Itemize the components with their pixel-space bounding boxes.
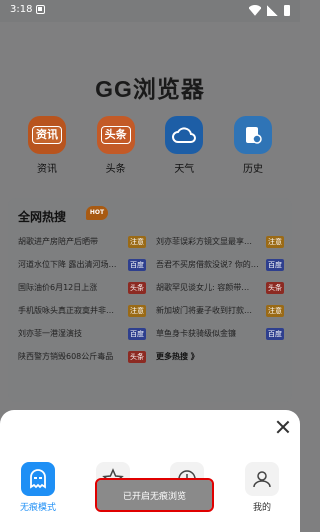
system-icons [249, 5, 290, 16]
option-label: 我的 [252, 503, 271, 513]
hot-search-item[interactable]: 国际油价6月12日上涨 头条 [18, 276, 146, 299]
app-title: GG浏览器 [95, 76, 205, 102]
source-tag: 注意 [128, 304, 146, 317]
hot-search-item[interactable]: 刘亦菲一港湿演技 百度 [18, 322, 146, 345]
hot-search-text: 河道水位下降 露出清河场… [18, 260, 117, 269]
option-profile[interactable]: 我的 [232, 462, 292, 513]
hot-search-item[interactable]: 手机版咏头真正寂寞并非… 注意 [18, 299, 146, 322]
signal-icon [267, 5, 278, 16]
battery-icon [284, 5, 290, 16]
source-tag: 头条 [266, 281, 284, 294]
hot-search-item[interactable]: 河道水位下降 露出清河场… 百度 [18, 253, 146, 276]
status-time: 3:18 [10, 4, 33, 15]
toast-message: 已开启无痕浏览 [95, 478, 214, 512]
hot-search-text: 刘亦菲误彩方镜文显最享… [156, 237, 252, 246]
hot-search-item[interactable]: 胡歌罕见谈女儿: 容颜带… 头条 [156, 276, 284, 299]
shortcut-history[interactable]: 历史 [224, 116, 282, 175]
user-icon [244, 462, 279, 496]
hot-search-text: 更多热搜 》 [156, 352, 199, 361]
headlines-icon: 头条 [96, 116, 135, 154]
hot-search-text: 新加坡门将妻子收到打款… [156, 306, 252, 315]
close-icon[interactable] [276, 420, 290, 434]
hot-search-item[interactable]: 刘亦菲误彩方镜文显最享… 注意 [156, 230, 284, 253]
source-tag: 注意 [266, 304, 284, 317]
source-tag: 头条 [128, 350, 146, 363]
news-icon: 资讯 [28, 116, 66, 154]
shortcut-news[interactable]: 资讯 资讯 [18, 116, 76, 175]
hot-search-text: 陕西警方销毁608公斤毒品 [18, 352, 114, 361]
more-hot-search-link[interactable]: 更多热搜 》 [156, 345, 284, 368]
bottom-menu-sheet: 无痕模式 收藏 历史 我的 [0, 410, 300, 532]
shortcut-headlines[interactable]: 头条 头条 [87, 116, 145, 175]
hot-search-item[interactable]: 胡歌进产房陪产后晒带 注意 [18, 230, 146, 253]
hot-search-item[interactable]: 吾君不买房借款没说? 你的… 百度 [156, 253, 284, 276]
source-tag: 注意 [266, 235, 284, 248]
source-tag: 百度 [266, 258, 284, 271]
shortcut-label: 天气 [174, 164, 195, 175]
hot-search-text: 胡歌进产房陪产后晒带 [18, 237, 98, 246]
hot-search-item[interactable]: 陕西警方销毁608公斤毒品 头条 [18, 345, 146, 368]
shortcut-label: 资讯 [37, 164, 57, 175]
hot-search-item[interactable]: 新加坡门将妻子收到打款… 注意 [156, 299, 284, 322]
source-tag: 百度 [128, 258, 146, 271]
shortcut-label: 头条 [105, 164, 126, 175]
shortcut-weather[interactable]: 天气 [155, 116, 213, 175]
hot-search-text: 吾君不买房借款没说? 你的… [156, 260, 259, 269]
option-label: 无痕模式 [19, 503, 56, 513]
browser-home-dimmed: GG浏览器 资讯 资讯 头条 头条 天气 历史 全网热搜 HOT 胡歌进产房陪产… [0, 22, 300, 410]
hot-search-text: 手机版咏头真正寂寞并非… [18, 306, 114, 315]
source-tag: 头条 [128, 281, 146, 294]
hot-search-text: 胡歌罕见谈女儿: 容颜带… [156, 283, 250, 292]
status-bar: 3:18 [0, 0, 300, 22]
hot-search-text: 刘亦菲一港湿演技 [18, 329, 82, 338]
hot-search-text: 草鱼身卡获骑级似金镰 [156, 329, 236, 338]
hot-search-title: 全网热搜 [18, 210, 67, 224]
hot-search-text: 国际油价6月12日上涨 [18, 283, 98, 292]
shortcut-row: 资讯 资讯 头条 头条 天气 历史 [18, 116, 282, 175]
wifi-icon [249, 5, 261, 16]
shortcut-label: 历史 [242, 164, 263, 175]
hot-search-item[interactable]: 草鱼身卡获骑级似金镰 百度 [156, 322, 284, 345]
source-tag: 百度 [128, 327, 146, 340]
hot-search-card: 全网热搜 HOT 胡歌进产房陪产后晒带 注意 刘亦菲误彩方镜文显最享… 注意 河道水位下… [8, 198, 292, 402]
notification-icon [36, 5, 45, 14]
option-incognito[interactable]: 无痕模式 [8, 462, 68, 513]
incognito-icon [21, 462, 55, 496]
history-icon [233, 116, 272, 154]
source-tag: 百度 [266, 327, 284, 340]
hot-search-list: 胡歌进产房陪产后晒带 注意 刘亦菲误彩方镜文显最享… 注意 河道水位下降 露出清河场… 百… [18, 230, 284, 368]
source-tag: 注意 [128, 235, 146, 248]
hot-badge: HOT [86, 206, 108, 220]
weather-icon [165, 116, 204, 154]
